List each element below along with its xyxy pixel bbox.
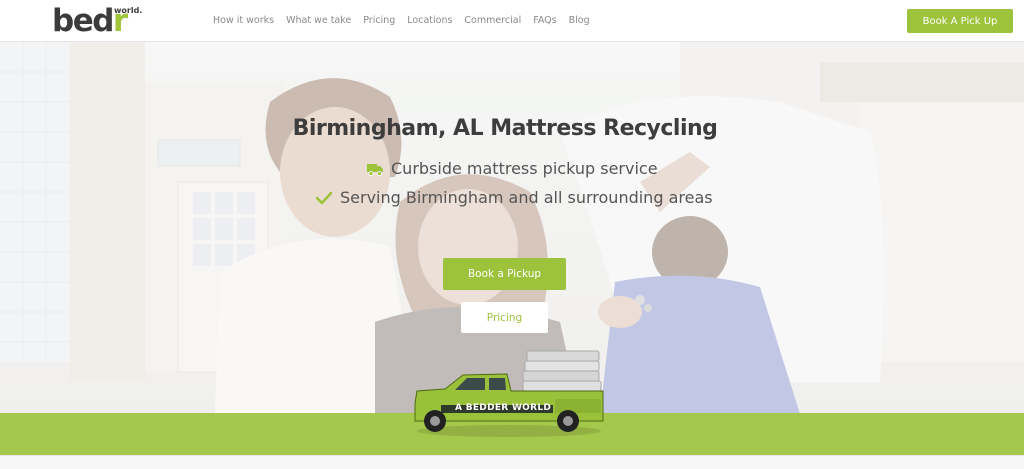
feature-text: Curbside mattress pickup service <box>391 159 658 178</box>
logo-superscript: world. <box>114 6 143 15</box>
feature-curbside-pickup: Curbside mattress pickup service <box>367 159 658 178</box>
nav-blog[interactable]: Blog <box>569 15 590 26</box>
book-a-pick-up-button[interactable]: Book A Pick Up <box>907 9 1013 33</box>
book-a-pickup-button[interactable]: Book a Pickup <box>443 258 566 290</box>
nav-what-we-take[interactable]: What we take <box>286 15 351 26</box>
feature-text: Serving Birmingham and all surrounding a… <box>340 188 713 207</box>
site-header: bedr world. How it works What we take Pr… <box>0 0 1024 42</box>
section-divider <box>0 455 1024 469</box>
nav-how-it-works[interactable]: How it works <box>213 15 274 26</box>
nav-locations[interactable]: Locations <box>407 15 452 26</box>
feature-service-area: Serving Birmingham and all surrounding a… <box>316 188 713 207</box>
truck-livery-text: A BEDDER WORLD <box>455 403 552 413</box>
truck-icon <box>367 163 383 176</box>
bedder-world-truck-image <box>414 350 604 437</box>
page-title: Birmingham, AL Mattress Recycling <box>292 116 718 141</box>
nav-faqs[interactable]: FAQs <box>533 15 556 26</box>
check-icon <box>316 191 332 204</box>
nav-commercial[interactable]: Commercial <box>464 15 521 26</box>
page: bedr world. How it works What we take Pr… <box>0 0 1024 469</box>
main-nav: How it works What we take Pricing Locati… <box>213 15 602 26</box>
pricing-button[interactable]: Pricing <box>461 302 548 333</box>
nav-pricing[interactable]: Pricing <box>363 15 395 26</box>
bedr-world-logo[interactable]: bedr world. <box>52 3 152 39</box>
